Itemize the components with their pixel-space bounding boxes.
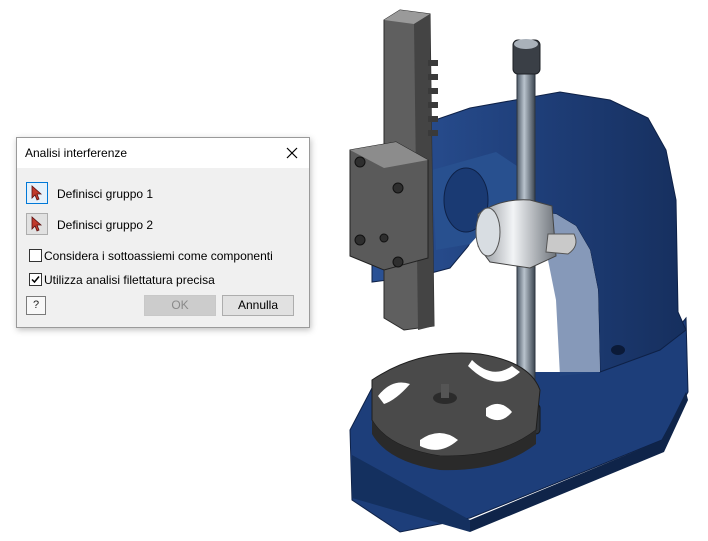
thread-analysis-checkbox[interactable] — [29, 273, 42, 286]
help-icon: ? — [32, 299, 40, 311]
subassemblies-checkbox[interactable] — [29, 249, 42, 262]
dialog-titlebar: Analisi interferenze — [17, 138, 309, 168]
help-button[interactable]: ? — [26, 296, 46, 315]
die-plate — [371, 352, 541, 471]
define-group1-button[interactable] — [26, 182, 48, 204]
select-cursor-icon — [31, 185, 43, 201]
thread-analysis-label: Utilizza analisi filettatura precisa — [44, 273, 215, 287]
cancel-button[interactable]: Annulla — [222, 295, 294, 316]
ok-button[interactable]: OK — [144, 295, 216, 316]
rack-assembly — [349, 9, 438, 331]
group2-label: Definisci gruppo 2 — [57, 218, 154, 232]
close-icon[interactable] — [281, 142, 303, 164]
interference-dialog: Analisi interferenze Definisci gruppo 1 … — [16, 137, 310, 328]
group1-label: Definisci gruppo 1 — [57, 187, 154, 201]
define-group2-button[interactable] — [26, 213, 48, 235]
subassemblies-label: Considera i sottoassiemi come componenti — [44, 249, 273, 263]
checkmark-icon — [31, 276, 40, 284]
select-cursor-icon — [31, 216, 43, 232]
dialog-title: Analisi interferenze — [25, 146, 128, 160]
